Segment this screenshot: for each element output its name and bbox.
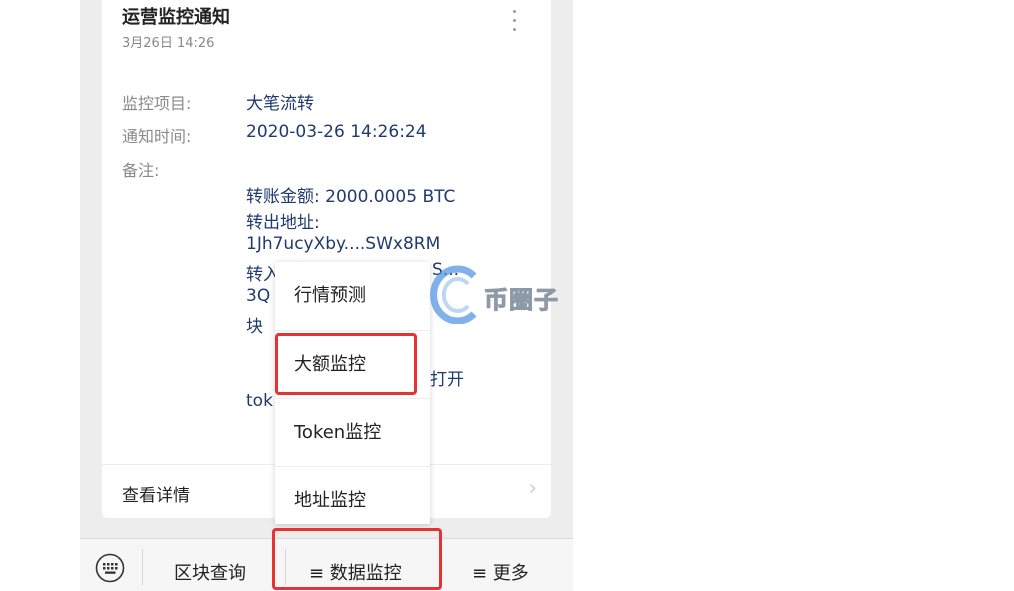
more-options-icon[interactable] — [513, 10, 517, 37]
view-details-link[interactable]: 查看详情 — [122, 481, 190, 506]
remark-label: 备注: — [122, 161, 160, 180]
popup-item-token-monitor[interactable]: Token监控 — [275, 398, 430, 466]
remark-from-label: 转出地址: — [246, 213, 320, 233]
project-label: 监控项目: — [122, 94, 192, 113]
remark-from-address: 1Jh7ucyXby....SWx8RM — [246, 234, 441, 254]
remark-open: 打开 — [430, 370, 464, 390]
popup-item-address-monitor[interactable]: 地址监控 — [275, 466, 430, 534]
card-time: 3月26日 14:26 — [122, 36, 215, 51]
card-title: 运营监控通知 — [122, 7, 230, 28]
watermark-text: 币圈子 — [484, 286, 559, 315]
notify-time-value: 2020-03-26 14:26:24 — [246, 122, 427, 142]
bar-separator — [142, 549, 143, 585]
watermark-logo: 币圈子 — [430, 264, 580, 325]
remark-block: 块 — [246, 317, 263, 337]
remark-amount: 转账金额: 2000.0005 BTC — [246, 187, 456, 207]
remark-token: tok — [246, 391, 273, 411]
keyboard-icon[interactable] — [95, 553, 125, 583]
watermark-c-icon — [430, 265, 477, 325]
project-value: 大笔流转 — [246, 94, 314, 114]
notify-time-label: 通知时间: — [122, 127, 192, 146]
chevron-right-icon: › — [528, 476, 537, 501]
remark-to-address: 3Q — [246, 286, 271, 306]
highlight-box-large-monitor — [275, 333, 417, 395]
popup-item-market-forecast[interactable]: 行情预测 — [275, 262, 430, 330]
more-menu[interactable]: ≡ 更多 — [472, 559, 529, 585]
highlight-box-data-monitor — [272, 528, 442, 590]
block-query-menu[interactable]: 区块查询 — [174, 559, 246, 585]
